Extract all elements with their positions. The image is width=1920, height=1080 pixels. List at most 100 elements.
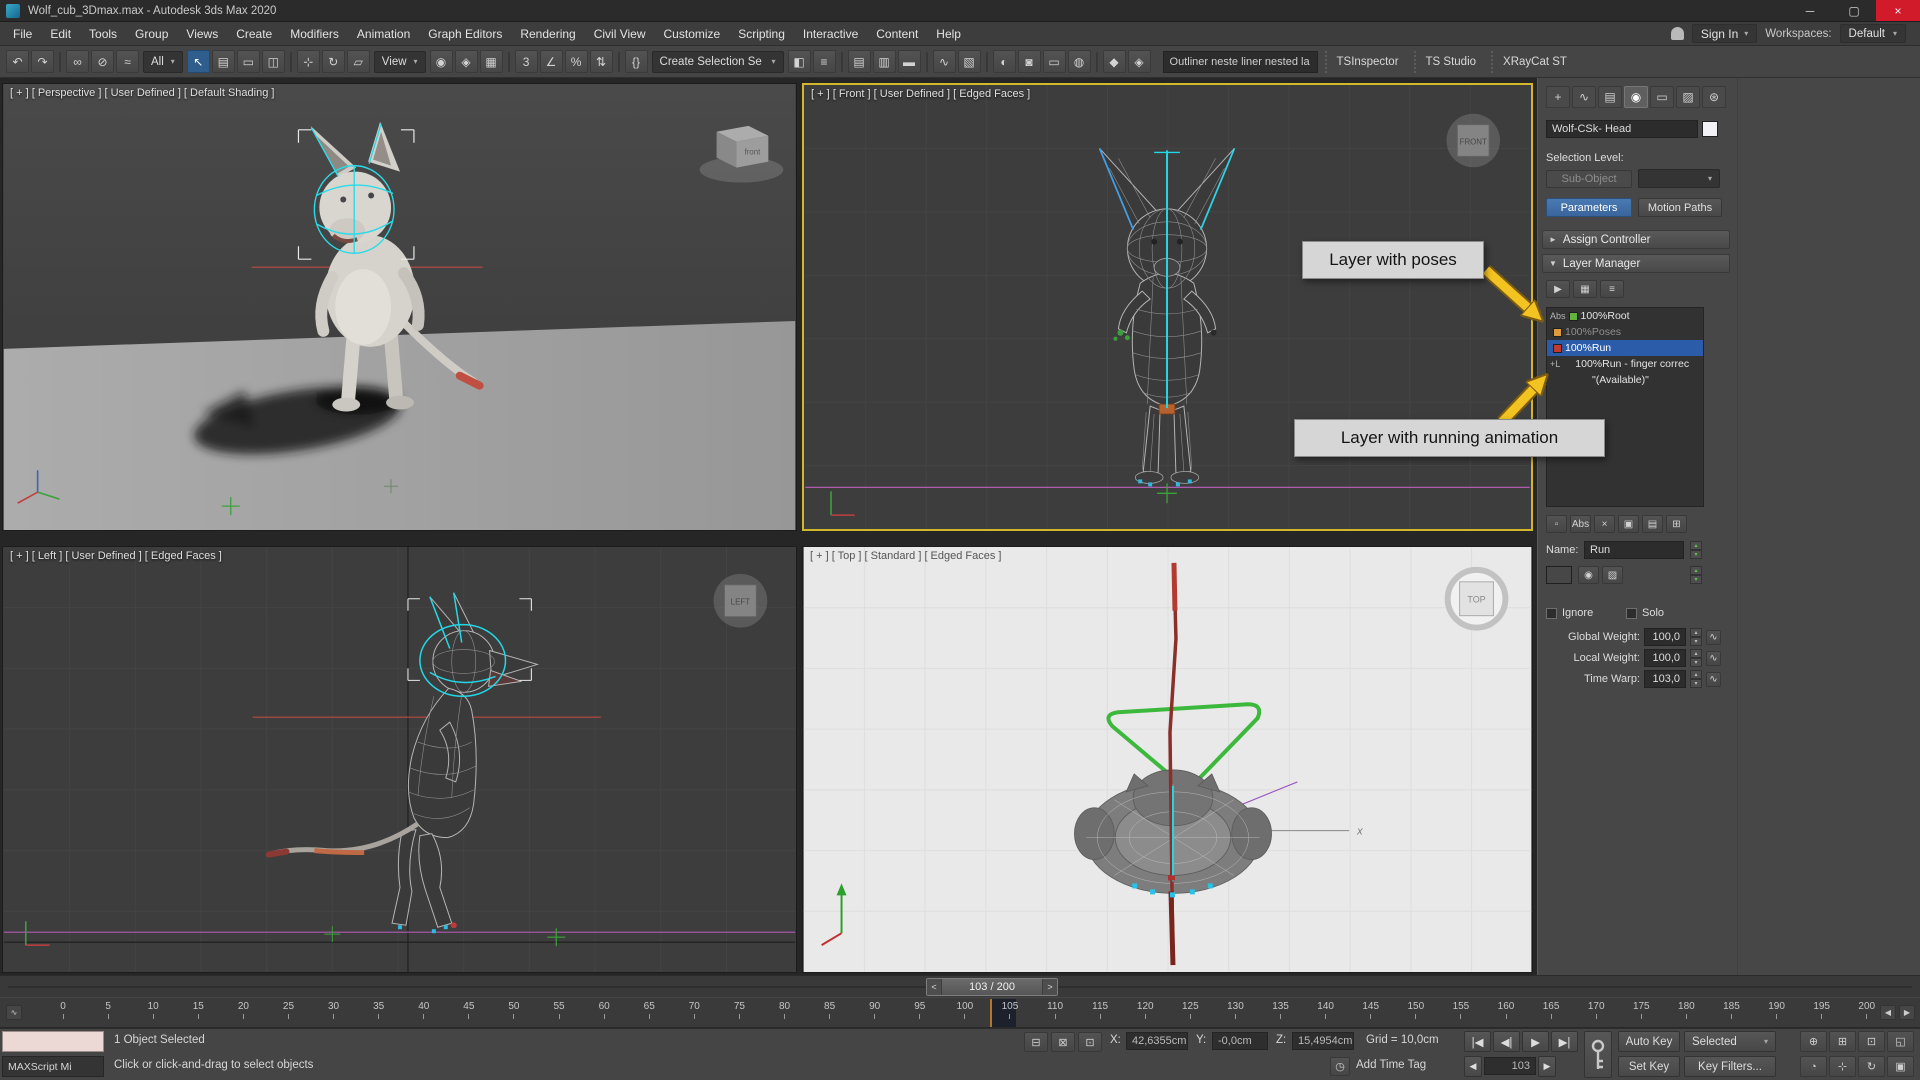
weight-spinner[interactable]: ▴ ▾	[1690, 670, 1702, 688]
select-manipulate-icon[interactable]: ◈	[454, 50, 478, 73]
display-tab-icon[interactable]: ▭	[1650, 86, 1674, 108]
layer-manager-rollout[interactable]: ▼ Layer Manager	[1542, 254, 1730, 273]
weight-spinner[interactable]: ▴ ▾	[1690, 628, 1702, 646]
weight-value-field[interactable]: 100,0	[1644, 628, 1686, 646]
spin-up-icon[interactable]: ▴	[1690, 566, 1702, 575]
named-selection-set-dropdown[interactable]: Create Selection Se ▾	[651, 50, 784, 73]
layer-explorer-icon[interactable]: ▥	[872, 50, 896, 73]
layer-root[interactable]: Abs 100%Root	[1547, 308, 1703, 324]
motion-tab-icon[interactable]: ◉	[1624, 86, 1648, 108]
abs-relative-toggle[interactable]: Abs	[1570, 515, 1591, 533]
play-button[interactable]: ▶	[1522, 1031, 1549, 1052]
menu-item[interactable]: Interactive	[794, 22, 867, 45]
weight-curve-button[interactable]: ∿	[1706, 650, 1721, 666]
viewport-front[interactable]: [ + ] [ Front ] [ User Defined ] [ Edged…	[802, 83, 1533, 531]
select-move-icon[interactable]: ⊹	[296, 50, 320, 73]
viewport-label[interactable]: [ + ] [ Left ] [ User Defined ] [ Edged …	[10, 550, 222, 562]
selection-set-dropdown[interactable]: Selected ▾	[1684, 1031, 1776, 1052]
viewcube[interactable]: TOP	[1444, 566, 1509, 631]
delete-layer-icon[interactable]: ×	[1594, 515, 1615, 533]
maxscript-listener-label[interactable]: MAXScript Mi	[2, 1056, 104, 1077]
viewport-label[interactable]: [ + ] [ Front ] [ User Defined ] [ Edged…	[811, 88, 1030, 100]
spin-down-icon[interactable]: ▾	[1690, 658, 1702, 667]
go-to-end-button[interactable]: ▶|	[1551, 1031, 1578, 1052]
menu-item[interactable]: Scripting	[729, 22, 794, 45]
fov-icon[interactable]: ◔	[1800, 1056, 1827, 1077]
absolute-mode-icon[interactable]: ⊡	[1078, 1032, 1102, 1052]
ignore-checkbox[interactable]: Ignore	[1546, 607, 1593, 619]
angle-snap-icon[interactable]: ∠	[539, 50, 563, 73]
menu-item[interactable]: Views	[177, 22, 227, 45]
viewport-canvas-left[interactable]: LEFT	[3, 547, 796, 972]
zoom-icon[interactable]: ⊕	[1800, 1031, 1827, 1052]
workspace-dropdown[interactable]: Default ▾	[1839, 24, 1906, 43]
set-keys-button[interactable]	[1584, 1031, 1612, 1078]
solo-checkbox[interactable]: Solo	[1626, 607, 1664, 619]
plugin-toolbar-tab[interactable]: TS Studio	[1413, 50, 1487, 73]
rectangular-selection-icon[interactable]: ▭	[236, 50, 260, 73]
selection-lock-icon[interactable]: ⊠	[1051, 1032, 1075, 1052]
spin-up-icon[interactable]: ▴	[1690, 649, 1702, 658]
render-production-icon[interactable]: ◍	[1067, 50, 1091, 73]
zoom-all-icon[interactable]: ⊞	[1829, 1031, 1856, 1052]
ribbon-toggle-icon[interactable]: ▬	[897, 50, 921, 73]
previous-frame-mini-button[interactable]: <	[927, 979, 942, 995]
sub-object-level-dropdown[interactable]: ▾	[1638, 169, 1720, 188]
add-time-tag[interactable]: Add Time Tag	[1356, 1059, 1426, 1071]
key-filters-button[interactable]: Key Filters...	[1684, 1056, 1776, 1077]
material-editor-icon[interactable]: ◐	[992, 50, 1016, 73]
set-key-button[interactable]: Set Key	[1618, 1056, 1680, 1077]
scene-explorer-icon[interactable]: ▤	[847, 50, 871, 73]
next-frame-mini-button[interactable]: >	[1042, 979, 1057, 995]
select-scale-icon[interactable]: ▱	[346, 50, 370, 73]
select-by-name-icon[interactable]: ▤	[211, 50, 235, 73]
undo-icon[interactable]: ↶	[6, 50, 29, 73]
layer-weight-icon[interactable]: ▫	[1546, 515, 1567, 533]
layer-run[interactable]: 100%Run	[1547, 340, 1703, 356]
curve-editor-icon[interactable]: ∿	[932, 50, 956, 73]
named-selection-sets-icon[interactable]: {}	[624, 50, 648, 73]
layer-run-finger[interactable]: +L 100%Run - finger correc	[1547, 356, 1703, 372]
maximize-viewport-icon[interactable]: ▣	[1887, 1056, 1914, 1077]
weight-value-field[interactable]: 103,0	[1644, 670, 1686, 688]
menu-item[interactable]: Civil View	[585, 22, 655, 45]
select-link-icon[interactable]: ∞	[66, 50, 89, 73]
menu-item[interactable]: Graph Editors	[419, 22, 511, 45]
menu-item[interactable]: Group	[126, 22, 177, 45]
create-tab-icon[interactable]: +	[1546, 86, 1570, 108]
select-layered-nodes-icon[interactable]: ▦	[1573, 280, 1597, 298]
selection-filter-dropdown[interactable]: All ▾	[143, 50, 183, 73]
menu-item[interactable]: Modifiers	[281, 22, 348, 45]
window-crossing-icon[interactable]: ◫	[261, 50, 285, 73]
schematic-view-icon[interactable]: ▧	[957, 50, 981, 73]
select-object-icon[interactable]: ↖	[186, 50, 210, 73]
maxscript-mini-listener-input[interactable]	[2, 1031, 104, 1052]
spin-up-icon[interactable]: ▴	[1690, 541, 1702, 550]
weight-curve-button[interactable]: ∿	[1706, 629, 1721, 645]
menu-item[interactable]: Rendering	[511, 22, 584, 45]
viewport-label[interactable]: [ + ] [ Perspective ] [ User Defined ] […	[10, 87, 274, 99]
select-rotate-icon[interactable]: ↻	[321, 50, 345, 73]
viewcube[interactable]: FRONT	[1446, 113, 1501, 168]
mirror-icon[interactable]: ◧	[787, 50, 811, 73]
spin-up-icon[interactable]: ▴	[1690, 628, 1702, 637]
x-coord-field[interactable]: 42,6355cm	[1126, 1032, 1188, 1050]
weight-spinner[interactable]: ▴ ▾	[1690, 649, 1702, 667]
orbit-icon[interactable]: ↻	[1858, 1056, 1885, 1077]
spin-down-icon[interactable]: ▾	[1690, 550, 1702, 559]
menu-item[interactable]: Content	[867, 22, 927, 45]
viewport-canvas-perspective[interactable]: front	[3, 84, 796, 530]
track-bar[interactable]: ∿ 0 5 10 15 20 25 30 35 40 45 50 55 60 65 70 75 80 85 90 95…	[0, 997, 1920, 1028]
unlink-selection-icon[interactable]: ⊘	[91, 50, 114, 73]
next-key-button[interactable]: ▶	[1538, 1056, 1556, 1077]
paste-layer-icon[interactable]: ▤	[1642, 515, 1663, 533]
menu-item[interactable]: Animation	[348, 22, 419, 45]
viewport-left[interactable]: [ + ] [ Left ] [ User Defined ] [ Edged …	[2, 546, 797, 973]
menu-item[interactable]: Help	[927, 22, 970, 45]
collapse-layer-icon[interactable]: ⊞	[1666, 515, 1687, 533]
spin-down-icon[interactable]: ▾	[1690, 575, 1702, 584]
align-icon[interactable]: ≡	[812, 50, 836, 73]
parameters-button[interactable]: Parameters	[1546, 198, 1632, 217]
current-frame-field[interactable]: 103	[1484, 1057, 1536, 1075]
render-plugin-icon[interactable]: ◆	[1102, 50, 1126, 73]
